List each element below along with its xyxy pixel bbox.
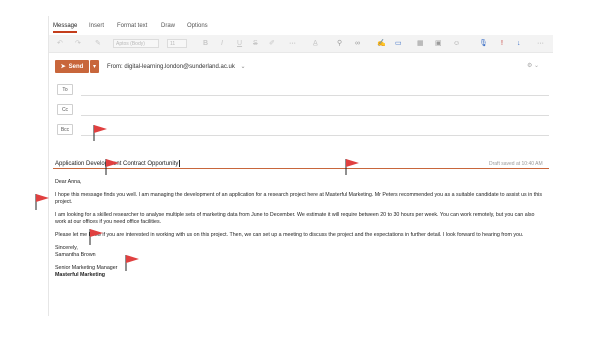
underline-icon[interactable]: U bbox=[237, 39, 242, 48]
to-button[interactable]: To bbox=[57, 84, 73, 95]
tab-format-text[interactable]: Format text bbox=[117, 23, 147, 29]
closing: Sincerely, bbox=[55, 245, 78, 251]
ribbon-tabs: Message Insert Format text Draw Options bbox=[49, 16, 553, 34]
from-address: digital-learning.london@sunderland.ac.uk bbox=[124, 64, 235, 70]
cc-field[interactable] bbox=[81, 115, 549, 116]
dictate-icon[interactable]: 🎙 bbox=[479, 39, 488, 48]
bcc-field[interactable] bbox=[81, 135, 549, 136]
tab-insert[interactable]: Insert bbox=[89, 23, 104, 29]
undo-icon[interactable]: ↶ bbox=[57, 39, 63, 48]
more-options-icon[interactable]: ··· bbox=[537, 39, 544, 48]
highlight-icon[interactable]: ✐ bbox=[269, 39, 275, 48]
emoji-icon[interactable]: ☺ bbox=[453, 39, 460, 48]
italic-icon[interactable]: I bbox=[221, 39, 223, 48]
flag-icon bbox=[89, 229, 103, 245]
text-cursor bbox=[179, 160, 181, 167]
tab-message[interactable]: Message bbox=[53, 23, 78, 33]
sender-company: Masterful Marketing bbox=[55, 272, 106, 278]
font-size-select[interactable]: 11 bbox=[167, 39, 187, 48]
ribbon-toolbar: ↶ ↷ ✎ Aptos (Body) 11 B I U S ✐ ··· A̲ ⚲… bbox=[49, 35, 553, 53]
meeting-icon[interactable]: ▭ bbox=[395, 39, 402, 48]
flag-icon bbox=[345, 159, 359, 175]
send-options-button[interactable]: ▾ bbox=[90, 60, 99, 73]
paragraph-2: I am looking for a skilled researcher to… bbox=[55, 212, 535, 225]
flag-icon bbox=[125, 255, 139, 271]
tab-options[interactable]: Options bbox=[187, 23, 208, 29]
bcc-button[interactable]: Bcc bbox=[57, 124, 73, 135]
greeting: Dear Anna, bbox=[55, 179, 82, 185]
paragraph-1: I hope this message finds you well. I am… bbox=[55, 192, 542, 205]
low-priority-icon[interactable]: ↓ bbox=[517, 39, 521, 48]
from-label: From: bbox=[107, 64, 123, 70]
priority-icon[interactable]: ! bbox=[501, 39, 503, 48]
draft-status: Draft saved at 10:40 AM bbox=[489, 161, 543, 167]
cc-button[interactable]: Cc bbox=[57, 104, 73, 115]
link-icon[interactable]: ∞ bbox=[355, 39, 360, 48]
signature-icon[interactable]: ✍ bbox=[377, 39, 386, 48]
styles-icon[interactable]: A̲ bbox=[313, 39, 318, 48]
settings-icon[interactable]: ⚙ ⌄ bbox=[527, 62, 539, 69]
send-button[interactable]: ➤ Send bbox=[55, 60, 89, 73]
chevron-down-icon: ▾ bbox=[92, 64, 96, 70]
attach-icon[interactable]: ⚲ bbox=[337, 39, 342, 48]
tab-draw[interactable]: Draw bbox=[161, 23, 175, 29]
to-field[interactable] bbox=[81, 95, 549, 96]
more-icon[interactable]: ··· bbox=[289, 39, 296, 48]
subject-underline bbox=[53, 168, 549, 169]
redo-icon[interactable]: ↷ bbox=[75, 39, 81, 48]
flag-icon bbox=[93, 125, 107, 141]
table-icon[interactable]: ▦ bbox=[417, 39, 424, 48]
chevron-down-icon: ⌄ bbox=[240, 64, 246, 70]
picture-icon[interactable]: ▣ bbox=[435, 39, 442, 48]
paragraph-3: Please let me know if you are interested… bbox=[55, 232, 524, 238]
font-name-select[interactable]: Aptos (Body) bbox=[113, 39, 159, 48]
clipboard-icon[interactable]: ✎ bbox=[95, 39, 101, 48]
from-selector[interactable]: From: digital-learning.london@sunderland… bbox=[107, 63, 246, 70]
bold-icon[interactable]: B bbox=[203, 39, 208, 48]
flag-icon bbox=[105, 159, 119, 175]
flag-icon bbox=[35, 194, 49, 210]
send-icon: ➤ bbox=[60, 64, 66, 70]
strikethrough-icon[interactable]: S bbox=[253, 39, 258, 48]
